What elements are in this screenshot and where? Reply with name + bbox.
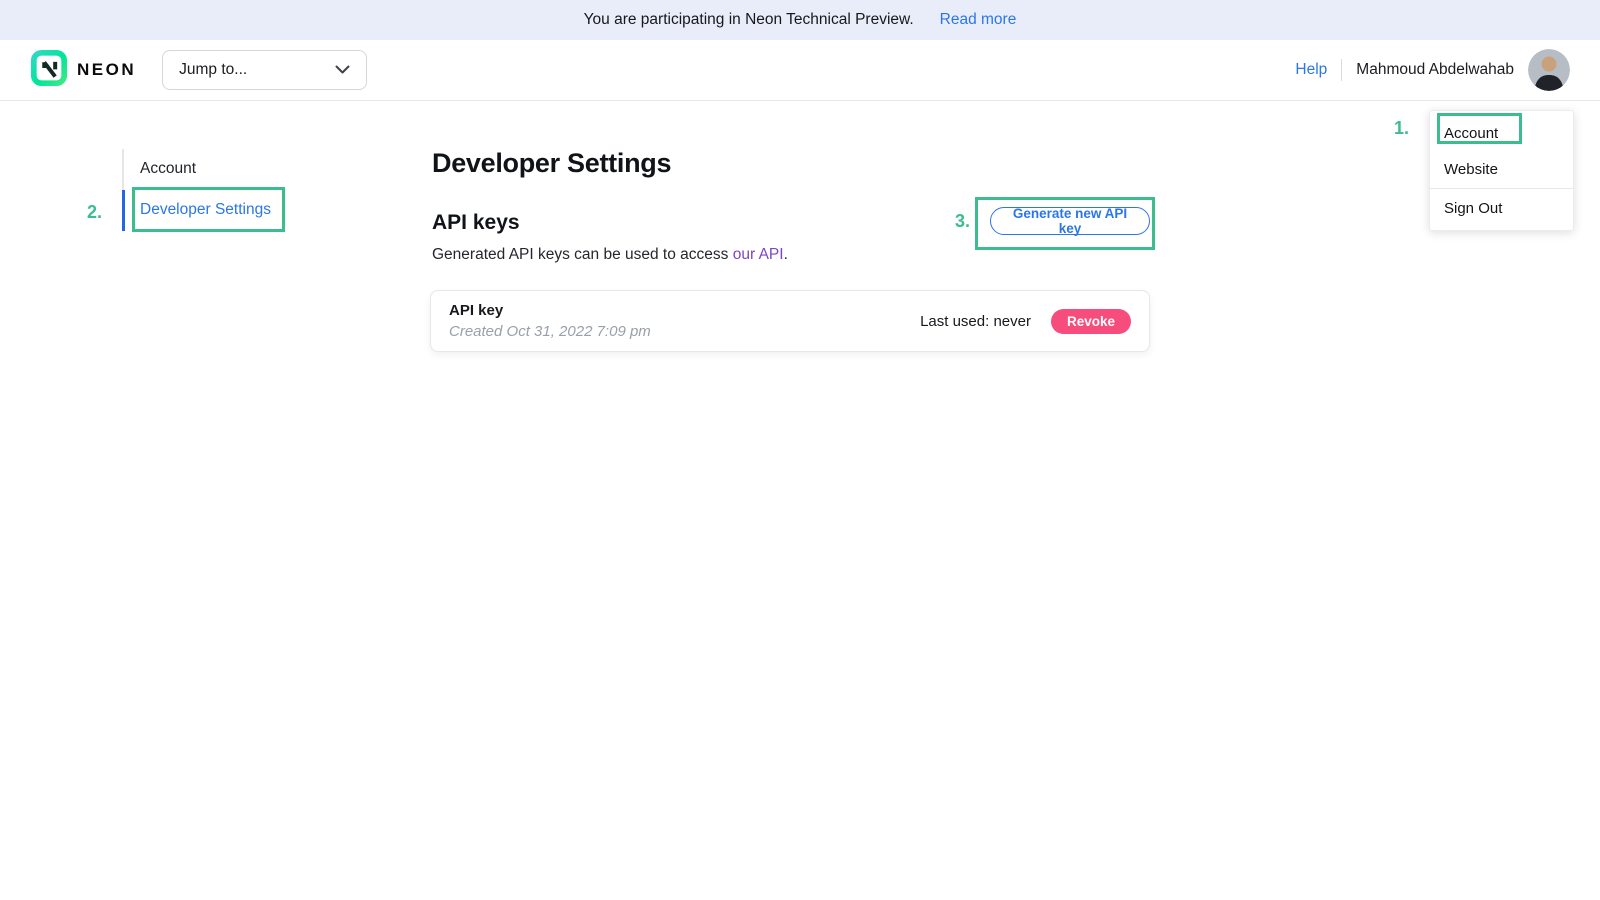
revoke-button[interactable]: Revoke [1051, 309, 1131, 334]
jump-to-label: Jump to... [179, 61, 247, 79]
generate-api-key-button[interactable]: Generate new API key [990, 207, 1150, 235]
jump-to-dropdown[interactable]: Jump to... [162, 50, 367, 90]
technical-preview-banner: You are participating in Neon Technical … [0, 0, 1600, 40]
api-key-info: API key Created Oct 31, 2022 7:09 pm [449, 302, 651, 340]
our-api-link[interactable]: our API [733, 246, 784, 263]
page-title: Developer Settings [432, 148, 671, 179]
menu-item-account[interactable]: Account [1430, 115, 1573, 151]
app-header: NEON Jump to... Help Mahmoud Abdelwahab [0, 40, 1600, 101]
api-key-card: API key Created Oct 31, 2022 7:09 pm Las… [430, 290, 1150, 352]
read-more-link[interactable]: Read more [940, 11, 1017, 29]
user-avatar[interactable] [1528, 49, 1570, 91]
user-menu: Account Website Sign Out [1429, 110, 1574, 231]
user-name[interactable]: Mahmoud Abdelwahab [1356, 61, 1514, 79]
brand-wordmark: NEON [77, 60, 136, 80]
api-key-last-used: Last used: never [920, 313, 1031, 330]
help-link[interactable]: Help [1295, 61, 1327, 79]
step3-marker: 3. [955, 211, 970, 232]
step2-marker: 2. [87, 202, 102, 223]
sidebar-item-developer-settings[interactable]: Developer Settings [122, 190, 362, 231]
api-key-created-date: Created Oct 31, 2022 7:09 pm [449, 323, 651, 340]
settings-sidebar: Account Developer Settings [122, 149, 362, 231]
banner-text: You are participating in Neon Technical … [584, 11, 914, 29]
description-text: Generated API keys can be used to access [432, 246, 733, 263]
menu-item-sign-out[interactable]: Sign Out [1430, 190, 1573, 226]
menu-item-website[interactable]: Website [1430, 151, 1573, 187]
api-keys-section-title: API keys [432, 211, 520, 235]
sidebar-item-account[interactable]: Account [122, 149, 362, 190]
chevron-down-icon [335, 61, 350, 79]
api-keys-description: Generated API keys can be used to access… [432, 246, 788, 264]
neon-logo-icon [30, 49, 68, 92]
header-divider [1341, 59, 1342, 81]
api-key-name: API key [449, 302, 651, 319]
description-period: . [784, 246, 788, 263]
menu-divider [1430, 188, 1573, 189]
neon-logo[interactable]: NEON [30, 49, 136, 92]
step1-marker: 1. [1394, 118, 1409, 139]
